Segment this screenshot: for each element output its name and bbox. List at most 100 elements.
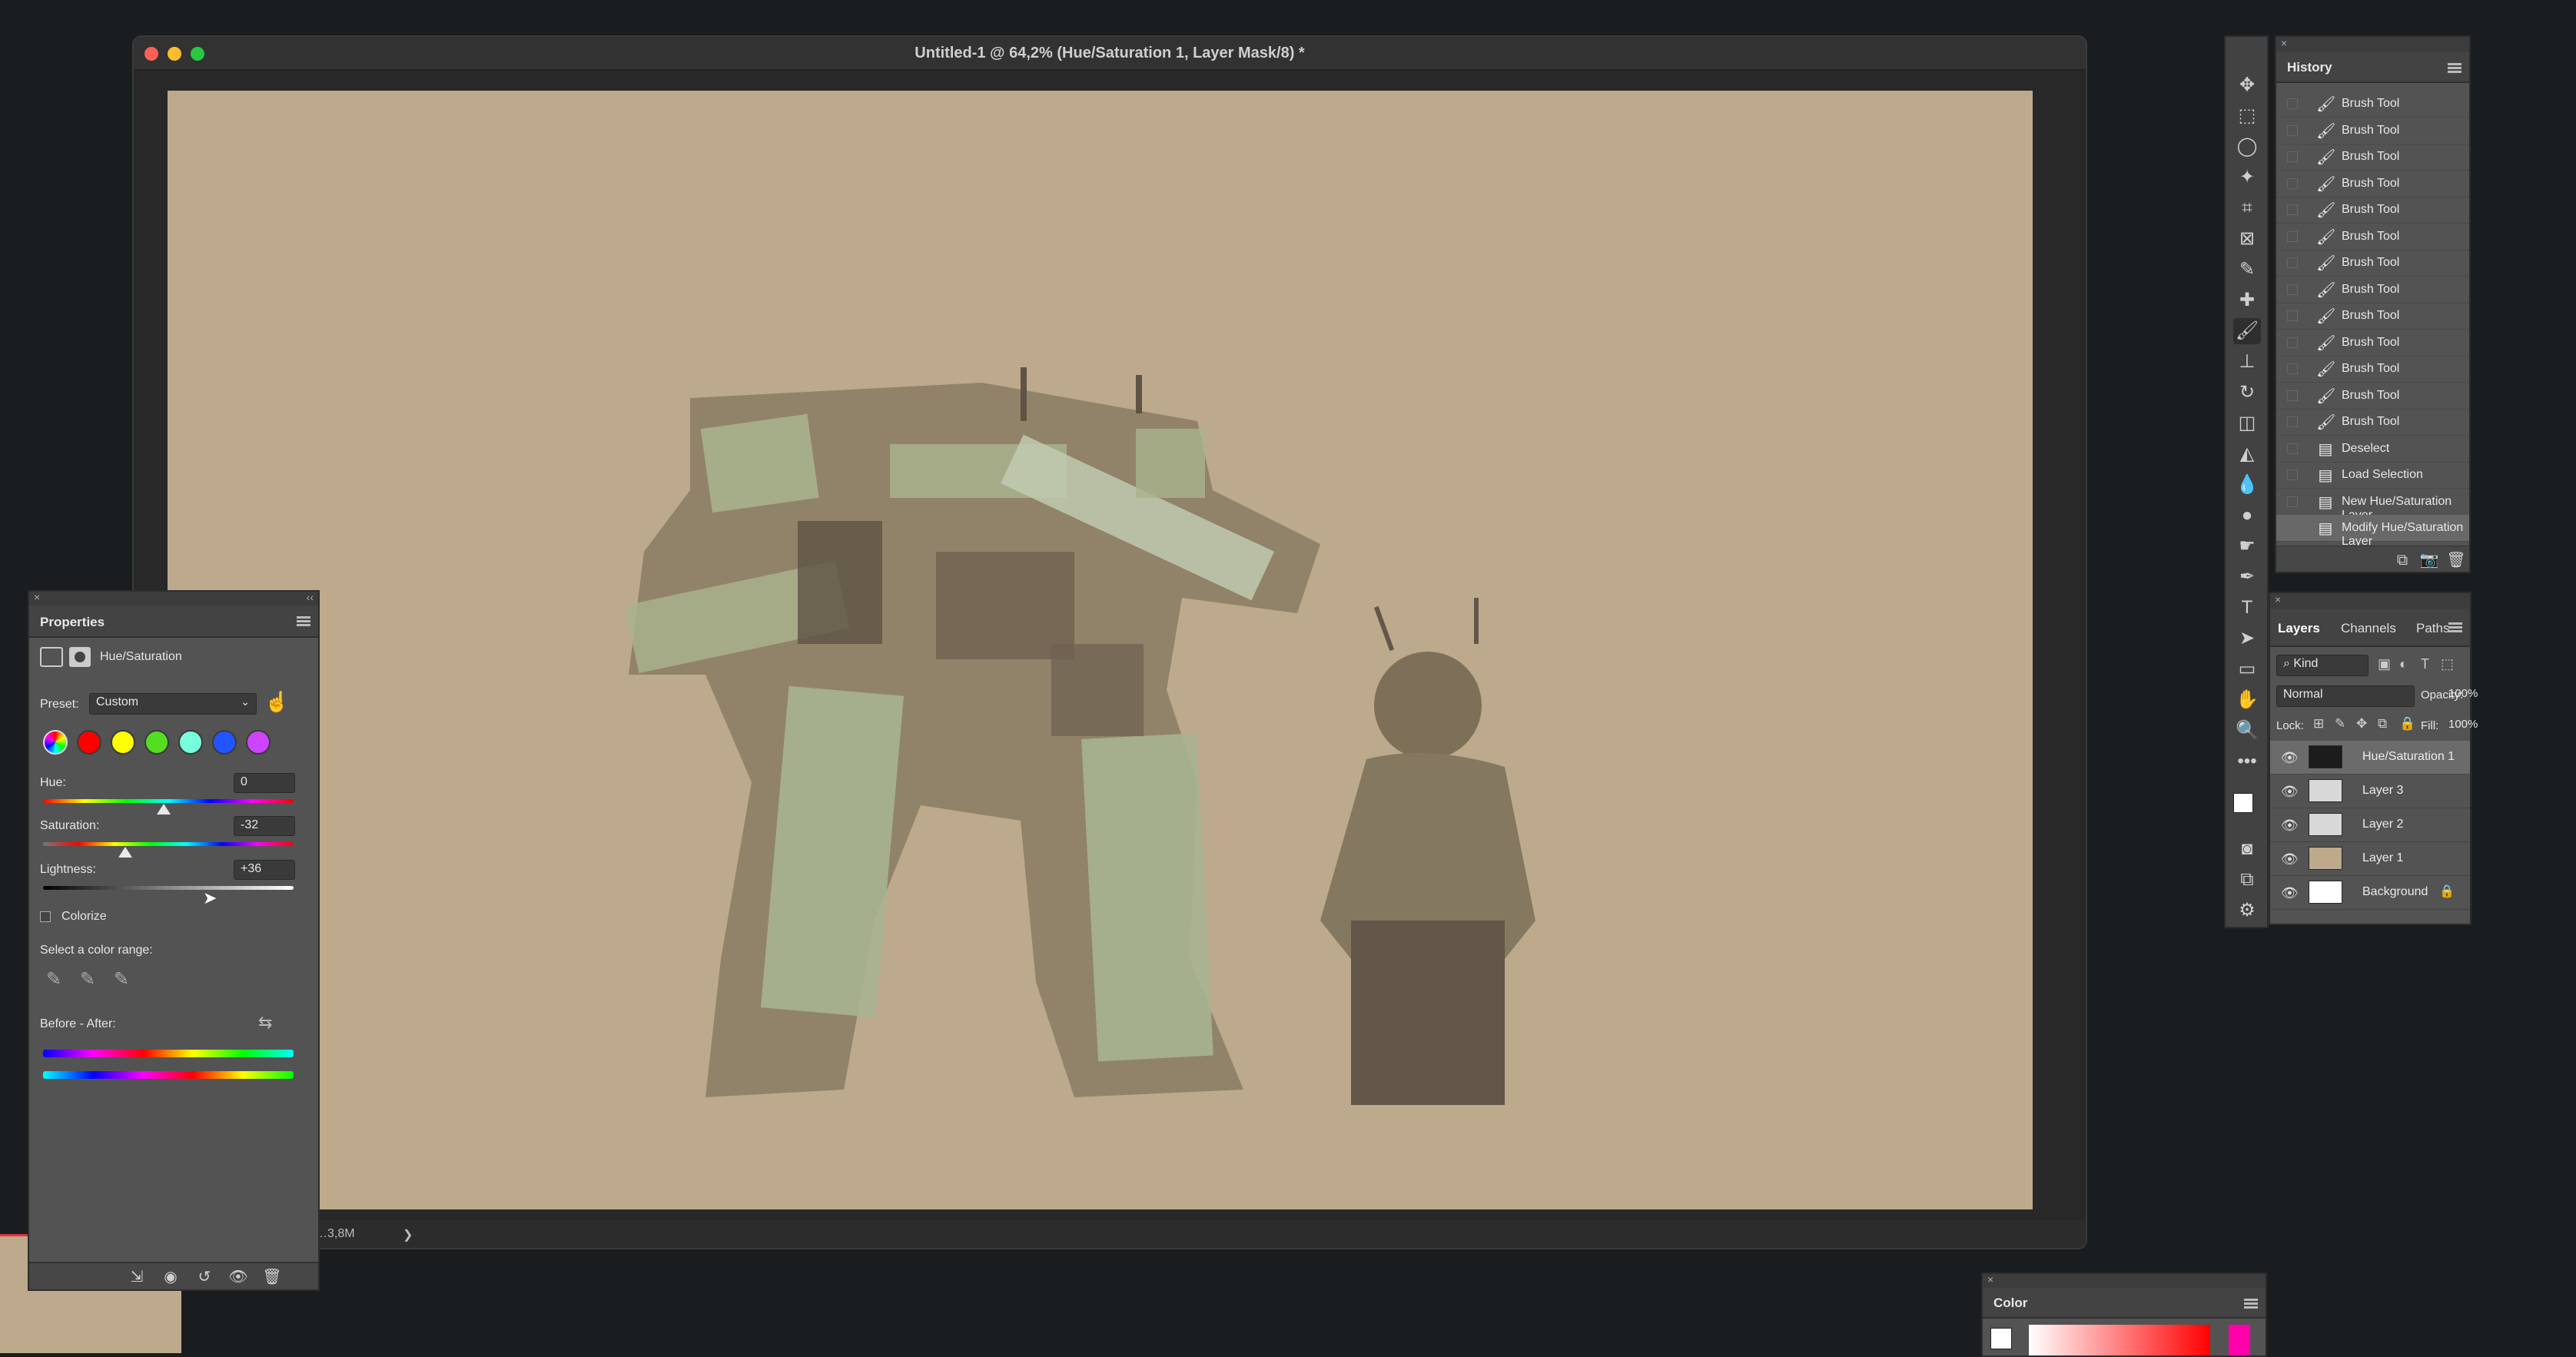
eyedropper-icon[interactable]: ✎ — [46, 968, 61, 990]
master-color-swatch[interactable] — [43, 730, 68, 755]
panel-menu-icon[interactable] — [2448, 622, 2462, 632]
lightness-slider[interactable] — [43, 886, 294, 890]
layer-visibility-eye-icon[interactable]: 👁 — [2281, 818, 2299, 834]
panel-menu-icon[interactable] — [297, 616, 310, 626]
layer-visibility-eye-icon[interactable]: 👁 — [2281, 851, 2299, 868]
history-item[interactable]: 🖌 Brush Tool — [2276, 303, 2469, 330]
tab-channels[interactable]: Channels — [2341, 621, 2396, 636]
history-snapshot-checkbox[interactable] — [2287, 284, 2298, 295]
history-snapshot-checkbox[interactable] — [2287, 416, 2298, 427]
layer-visibility-eye-icon[interactable]: 👁 — [2281, 750, 2299, 766]
status-menu-arrow-icon[interactable]: ❯ — [403, 1227, 413, 1243]
clone-stamp-tool-icon[interactable]: ⊥ — [2233, 349, 2261, 375]
saturation-slider[interactable] — [43, 842, 294, 846]
fill-value[interactable]: 100% — [2448, 718, 2478, 731]
colorize-checkbox[interactable] — [40, 911, 51, 922]
saturation-slider-thumb[interactable] — [118, 847, 132, 858]
history-item[interactable]: 🖌 Brush Tool — [2276, 171, 2469, 197]
healing-brush-tool-icon[interactable]: ✚ — [2233, 287, 2261, 314]
filter-adjustment-icon[interactable]: ◐ — [2399, 656, 2408, 672]
close-panel-icon[interactable]: × — [2275, 593, 2281, 606]
reset-icon[interactable]: ↺ — [194, 1268, 215, 1286]
color-spectrum[interactable] — [2029, 1325, 2210, 1355]
layer-row[interactable]: 👁 Background 🔒 — [2270, 876, 2470, 910]
filter-type-icon[interactable]: T — [2421, 656, 2429, 672]
history-item[interactable]: 🖌 Brush Tool — [2276, 383, 2469, 410]
zoom-tool-icon[interactable]: 🔍 — [2233, 718, 2261, 744]
layer-visibility-eye-icon[interactable]: 👁 — [2281, 784, 2299, 800]
eraser-tool-icon[interactable]: ◫ — [2233, 410, 2261, 436]
blue-swatch[interactable] — [212, 730, 237, 755]
history-snapshot-checkbox[interactable] — [2287, 523, 2298, 533]
cyan-swatch[interactable] — [178, 730, 203, 755]
history-item[interactable]: ▤ Load Selection — [2276, 462, 2469, 489]
properties-tab[interactable]: Properties — [40, 615, 105, 630]
dodge-tool-icon[interactable]: ● — [2233, 503, 2261, 529]
history-item[interactable]: 🖌 Brush Tool — [2276, 118, 2469, 144]
rectangle-tool-icon[interactable]: ▭ — [2233, 656, 2261, 682]
lasso-tool-icon[interactable]: ◯ — [2233, 134, 2261, 160]
eyedropper-subtract-icon[interactable]: ✎ — [114, 968, 129, 990]
hue-strip[interactable] — [2229, 1325, 2250, 1355]
magic-wand-tool-icon[interactable]: ✦ — [2233, 164, 2261, 191]
lightness-input[interactable]: +36 — [234, 860, 295, 880]
preset-dropdown[interactable]: Custom ⌄ — [89, 693, 257, 715]
crop-tool-icon[interactable]: ⌗ — [2233, 195, 2261, 221]
rotate-view-tool-icon[interactable]: ✋ — [2233, 687, 2261, 713]
history-item[interactable]: ▤ Deselect — [2276, 436, 2469, 463]
pen-tool-icon[interactable]: ✒ — [2233, 564, 2261, 590]
layer-mask-icon[interactable] — [69, 647, 91, 667]
filter-pixel-icon[interactable]: ▣ — [2378, 656, 2391, 672]
screen-mode-icon[interactable]: ⧉ — [2233, 867, 2261, 893]
history-snapshot-checkbox[interactable] — [2287, 204, 2298, 215]
visibility-eye-icon[interactable]: 👁 — [227, 1268, 249, 1286]
red-swatch[interactable] — [77, 730, 101, 755]
history-item[interactable]: 🖌 Brush Tool — [2276, 224, 2469, 250]
history-snapshot-checkbox[interactable] — [2287, 124, 2298, 136]
layer-filter-dropdown[interactable]: ⌕ Kind — [2276, 655, 2369, 676]
history-snapshot-checkbox[interactable] — [2287, 390, 2298, 401]
blend-mode-dropdown[interactable]: Normal — [2276, 685, 2415, 707]
opacity-value[interactable]: 100% — [2448, 687, 2478, 700]
saturation-input[interactable]: -32 — [234, 816, 295, 836]
history-snapshot-checkbox[interactable] — [2287, 363, 2298, 374]
yellow-swatch[interactable] — [111, 730, 135, 755]
collapse-panel-icon[interactable]: ‹‹ — [307, 591, 314, 603]
history-item[interactable]: 🖌 Brush Tool — [2276, 144, 2469, 171]
new-document-from-state-icon[interactable]: ⧉ — [2392, 551, 2413, 569]
targeted-adjustment-hand-icon[interactable]: ☝ — [264, 690, 289, 714]
view-previous-state-icon[interactable]: ◉ — [160, 1268, 181, 1286]
history-snapshot-checkbox[interactable] — [2287, 151, 2298, 162]
adjustment-layer-icon[interactable] — [40, 647, 63, 667]
hue-slider[interactable] — [43, 799, 294, 803]
history-tab[interactable]: History — [2287, 60, 2332, 75]
history-snapshot-checkbox[interactable] — [2287, 178, 2298, 189]
close-panel-icon[interactable]: × — [34, 591, 40, 603]
close-panel-icon[interactable]: × — [1987, 1273, 1993, 1286]
move-tool-icon[interactable]: ✥ — [2233, 72, 2261, 98]
foreground-color-chip[interactable] — [1990, 1328, 2012, 1349]
hue-slider-thumb[interactable] — [157, 804, 171, 815]
new-snapshot-icon[interactable]: 📷 — [2418, 551, 2440, 569]
canvas[interactable] — [168, 91, 2033, 1209]
panel-menu-icon[interactable] — [2448, 63, 2461, 73]
lock-position-icon[interactable]: ✥ — [2356, 716, 2367, 732]
clip-to-layer-icon[interactable]: ⇲ — [126, 1268, 148, 1286]
magenta-swatch[interactable] — [246, 730, 271, 755]
more-tools-icon[interactable]: ••• — [2233, 748, 2261, 775]
layer-row[interactable]: 👁 Layer 3 — [2270, 775, 2470, 808]
layer-row[interactable]: 👁 Layer 1 — [2270, 842, 2470, 876]
history-item[interactable]: 🖌 Brush Tool — [2276, 356, 2469, 383]
toggle-before-after-icon[interactable]: ⇆ — [258, 1013, 272, 1033]
smudge-tool-icon[interactable]: ☛ — [2233, 533, 2261, 559]
green-swatch[interactable] — [144, 730, 169, 755]
layer-visibility-eye-icon[interactable]: 👁 — [2281, 885, 2299, 901]
history-item[interactable]: 🖌 Brush Tool — [2276, 91, 2469, 118]
eyedropper-add-icon[interactable]: ✎ — [80, 968, 95, 990]
filter-shape-icon[interactable]: ⬚ — [2441, 656, 2454, 672]
lock-artboard-icon[interactable]: ⧉ — [2378, 716, 2387, 732]
close-panel-icon[interactable]: × — [2281, 37, 2287, 49]
blur-tool-icon[interactable]: 💧 — [2233, 472, 2261, 498]
layer-row[interactable]: 👁 Hue/Saturation 1 — [2270, 741, 2470, 775]
history-snapshot-checkbox[interactable] — [2287, 231, 2298, 242]
